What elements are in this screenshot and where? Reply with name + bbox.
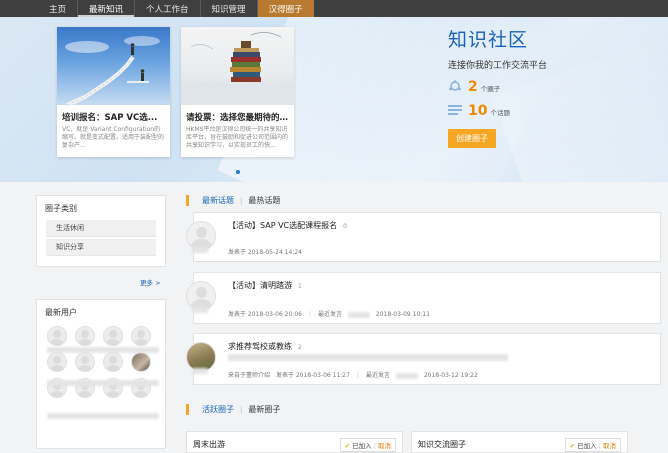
avatar[interactable] bbox=[75, 326, 95, 346]
tab-active-circles[interactable]: 活跃圈子 bbox=[196, 404, 240, 415]
avatar[interactable] bbox=[131, 352, 151, 372]
avatar[interactable] bbox=[131, 326, 151, 346]
avatar[interactable] bbox=[103, 326, 123, 346]
category-item-knowledge-sharing[interactable]: 知识分享 bbox=[46, 239, 156, 256]
circle-membership: ✔ 已加入 | 取消 bbox=[564, 438, 621, 452]
featured-card-desc: HKMS平台是汉得公司统一的共享知识库平台，旨在鼓励和促进公司范围内的共享知识学… bbox=[186, 126, 289, 150]
avatar[interactable] bbox=[103, 352, 123, 372]
topics-count: 10 bbox=[468, 103, 488, 119]
circle-card[interactable]: 周末出游 ✔ 已加入 | 取消 bbox=[186, 431, 403, 453]
nav-home[interactable]: 主页 bbox=[38, 0, 79, 17]
featured-card-desc: VC，就是 Variant Configuration的缩写。就是变式配置。适用… bbox=[62, 126, 165, 150]
tab-new-circles[interactable]: 最新圈子 bbox=[242, 404, 286, 415]
check-icon: ✔ bbox=[344, 442, 351, 450]
featured-card-image bbox=[181, 27, 294, 105]
reply-count: 0 bbox=[343, 223, 347, 230]
nav-personal-workspace[interactable]: 个人工作台 bbox=[135, 0, 201, 17]
community-title: 知识社区 bbox=[448, 29, 529, 51]
circle-categories-panel: 圈子类别 生活休闲 知识分享 bbox=[36, 195, 166, 267]
new-users-panel: 最新用户 bbox=[36, 299, 166, 449]
featured-card[interactable]: 培训报名：SAP VC选... VC，就是 Variant Configurat… bbox=[57, 27, 170, 157]
nav-latest-news[interactable]: 最新知讯 bbox=[78, 0, 136, 17]
carousel-dot[interactable] bbox=[236, 170, 240, 174]
category-item-leisure[interactable]: 生活休闲 bbox=[46, 220, 156, 237]
new-users-grid bbox=[37, 322, 165, 402]
avatar[interactable] bbox=[47, 326, 67, 346]
circle-name[interactable]: 周末出游 bbox=[193, 439, 225, 450]
blurred-author bbox=[192, 368, 208, 374]
topics-stat: 10 个话题 bbox=[448, 103, 547, 119]
blurred-author bbox=[192, 247, 208, 253]
featured-card[interactable]: 请投票：选择您最期待的知... HKMS平台是汉得公司统一的共享知识库平台，旨在… bbox=[181, 27, 294, 157]
topics-list-icon bbox=[448, 105, 462, 115]
circles-unit: 个圈子 bbox=[480, 85, 501, 93]
circle-card[interactable]: 知识交流圈子 ✔ 已加入 | 取消 bbox=[411, 431, 628, 453]
reply-count: 2 bbox=[298, 344, 302, 351]
avatar[interactable] bbox=[75, 352, 95, 372]
cancel-membership-button[interactable]: 取消 bbox=[603, 442, 616, 450]
circles-icon bbox=[449, 80, 461, 91]
tab-accent-bar bbox=[186, 195, 189, 206]
check-icon: ✔ bbox=[569, 442, 576, 450]
topic-item[interactable]: 求推荐驾校或教练 2 来自于董师介绍 发表于 2018-03-06 11:27 | 最… bbox=[186, 333, 661, 385]
circle-tabs: 活跃圈子 | 最新圈子 bbox=[186, 404, 286, 415]
featured-card-title[interactable]: 请投票：选择您最期待的知... bbox=[181, 105, 294, 126]
new-users-title: 最新用户 bbox=[45, 308, 77, 317]
cancel-membership-button[interactable]: 取消 bbox=[378, 442, 391, 450]
featured-card-image bbox=[57, 27, 170, 105]
blurred-replier bbox=[347, 311, 370, 318]
joined-label: 已加入 bbox=[577, 442, 597, 450]
topic-meta: 发表于 2018-05-24 14:24 bbox=[228, 249, 302, 256]
blurred-usernames bbox=[47, 347, 159, 353]
stairs-sky-illustration bbox=[65, 36, 160, 105]
circle-name[interactable]: 知识交流圈子 bbox=[418, 439, 466, 450]
community-summary: 知识社区 连接你我的工作交流平台 2 个圈子 10 个话题 创建圈子 bbox=[448, 25, 547, 148]
top-nav: 主页 最新知讯 个人工作台 知识管理 汉得圈子 bbox=[0, 0, 668, 17]
more-categories-link[interactable]: 更多 > bbox=[140, 277, 161, 287]
featured-card-title[interactable]: 培训报名：SAP VC选... bbox=[57, 105, 170, 126]
circle-membership: ✔ 已加入 | 取消 bbox=[339, 438, 396, 452]
blurred-author bbox=[192, 307, 208, 313]
joined-label: 已加入 bbox=[352, 442, 372, 450]
blurred-preview-text bbox=[228, 354, 508, 361]
topic-item[interactable]: 【活动】清明踏游 1 发表于 2018-03-06 20:06 | 最近发言 2018… bbox=[186, 272, 661, 324]
tab-accent-bar bbox=[186, 404, 189, 415]
circles-stat: 2 个圈子 bbox=[448, 79, 547, 95]
topics-unit: 个话题 bbox=[490, 109, 510, 117]
topic-title[interactable]: 【活动】SAP VC选配课程报名 0 bbox=[228, 220, 347, 231]
books-illustration bbox=[181, 32, 294, 105]
blurred-usernames bbox=[47, 380, 159, 386]
nav-knowledge-management[interactable]: 知识管理 bbox=[201, 0, 258, 17]
blurred-usernames bbox=[47, 413, 159, 419]
hero-banner: 培训报名：SAP VC选... VC，就是 Variant Configurat… bbox=[0, 17, 668, 182]
categories-title: 圈子类别 bbox=[45, 204, 77, 213]
circles-count: 2 bbox=[468, 79, 478, 95]
tab-latest-topics[interactable]: 最新话题 bbox=[196, 195, 240, 206]
tab-hot-topics[interactable]: 最热话题 bbox=[242, 195, 286, 206]
avatar[interactable] bbox=[47, 352, 67, 372]
reply-count: 1 bbox=[298, 283, 302, 290]
topic-item[interactable]: 【活动】SAP VC选配课程报名 0 发表于 2018-05-24 14:24 bbox=[186, 212, 661, 262]
community-subtitle: 连接你我的工作交流平台 bbox=[448, 61, 548, 71]
nav-hand-circles[interactable]: 汉得圈子 bbox=[257, 0, 314, 17]
topic-tabs: 最新话题 | 最热话题 bbox=[186, 195, 286, 206]
topic-meta: 来自于董师介绍 发表于 2018-03-06 11:27 | 最近发言 2018-0… bbox=[228, 372, 478, 379]
topic-meta: 发表于 2018-03-06 20:06 | 最近发言 2018-03-09 10:… bbox=[228, 311, 430, 318]
topic-title[interactable]: 【活动】清明踏游 1 bbox=[228, 280, 302, 291]
create-circle-button[interactable]: 创建圈子 bbox=[448, 129, 496, 148]
blurred-replier bbox=[395, 372, 418, 379]
topic-title[interactable]: 求推荐驾校或教练 2 bbox=[228, 341, 302, 352]
